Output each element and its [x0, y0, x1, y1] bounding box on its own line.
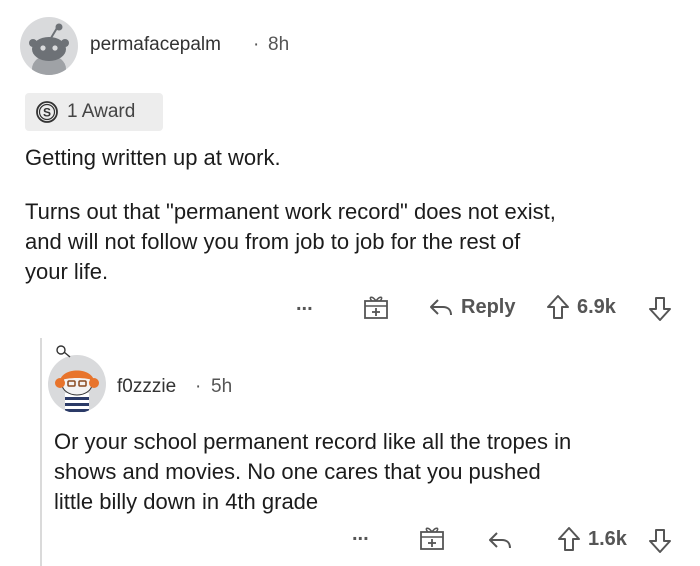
avatar[interactable] [20, 17, 78, 75]
reply-avatar[interactable] [48, 355, 106, 413]
more-options-button[interactable]: ... [352, 523, 369, 546]
upvote-button[interactable] [546, 294, 570, 320]
award-count: 1 Award [67, 101, 136, 122]
comment-body: Turns out that "permanent work record" d… [25, 199, 556, 284]
reply-button[interactable] [428, 295, 454, 319]
upvote-arrow-icon [547, 295, 569, 319]
award-badge[interactable]: S 1 Award [25, 93, 163, 131]
vote-score: 1.6k [588, 528, 627, 550]
upvote-arrow-icon [558, 527, 580, 551]
silver-award-icon: S [36, 101, 58, 123]
downvote-arrow-icon [649, 297, 671, 321]
comment-time[interactable]: 8h [268, 34, 289, 56]
vote-score: 6.9k [577, 296, 616, 318]
downvote-arrow-icon [649, 529, 671, 553]
svg-text:S: S [43, 106, 51, 120]
meta-separator: · [253, 34, 260, 55]
downvote-button[interactable] [648, 528, 672, 554]
reply-time[interactable]: 5h [211, 376, 232, 398]
avatar-antenna-icon [54, 344, 74, 358]
gift-icon [420, 527, 444, 550]
reply-label[interactable]: Reply [461, 296, 515, 319]
give-award-button[interactable] [363, 294, 389, 320]
reply-body: Or your school permanent record like all… [54, 429, 572, 514]
snoo-avatar-icon [55, 370, 99, 413]
reply-button[interactable] [487, 528, 513, 552]
thread-line[interactable] [40, 338, 42, 566]
more-options-button[interactable]: ... [296, 293, 313, 316]
give-award-button[interactable] [419, 525, 445, 551]
reply-author[interactable]: f0zzzie [117, 376, 176, 398]
downvote-button[interactable] [648, 296, 672, 322]
reply-arrow-icon [430, 299, 452, 316]
comment-author[interactable]: permafacepalm [90, 34, 221, 56]
gift-icon [364, 296, 388, 319]
reply-arrow-icon [489, 532, 511, 549]
meta-separator: · [195, 376, 202, 397]
upvote-button[interactable] [557, 526, 581, 552]
comment-title: Getting written up at work. [25, 145, 281, 170]
snoo-avatar-icon [29, 23, 69, 75]
